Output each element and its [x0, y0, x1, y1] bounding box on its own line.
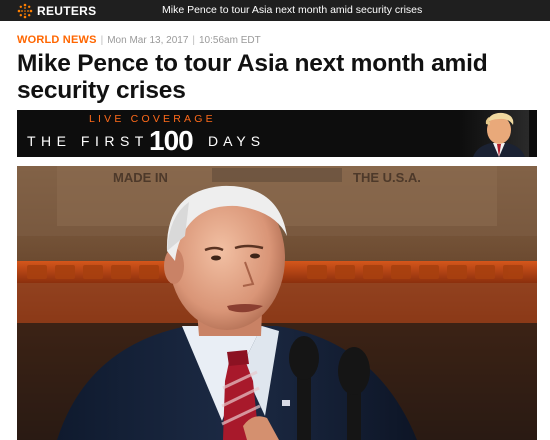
article-title: Mike Pence to tour Asia next month amid …	[17, 50, 488, 104]
banner-first-label: THE FIRST	[27, 133, 149, 149]
article-photo: MADE IN THE U.S.A.	[17, 166, 537, 440]
meta-separator: |	[100, 34, 104, 46]
crate-text-right: THE U.S.A.	[353, 170, 421, 185]
banner-days-label: DAYS	[208, 133, 266, 149]
brand-name: REUTERS	[37, 3, 97, 18]
banner-number: 100	[149, 125, 194, 156]
reuters-logo-icon	[17, 3, 33, 18]
banner-portrait-image	[459, 110, 529, 157]
first-100-days-banner[interactable]: LIVE COVERAGE THE FIRST 100 DAYS	[17, 110, 537, 157]
reuters-logo[interactable]: REUTERS	[17, 3, 96, 19]
meta-separator: |	[192, 34, 195, 46]
article-time: 10:56am EDT	[199, 34, 261, 46]
article-meta: WORLD NEWS | Mon Mar 13, 2017 | 10:56am …	[17, 34, 261, 46]
article-date: Mon Mar 13, 2017	[107, 34, 189, 46]
crate-text-left: MADE IN	[113, 170, 168, 185]
live-coverage-label: LIVE COVERAGE	[89, 113, 216, 125]
nav-article-headline[interactable]: Mike Pence to tour Asia next month amid …	[162, 4, 422, 16]
top-nav-bar: REUTERS Mike Pence to tour Asia next mon…	[0, 0, 550, 21]
section-link[interactable]: WORLD NEWS	[17, 34, 97, 46]
pence-photo-illustration: MADE IN THE U.S.A.	[17, 166, 537, 440]
